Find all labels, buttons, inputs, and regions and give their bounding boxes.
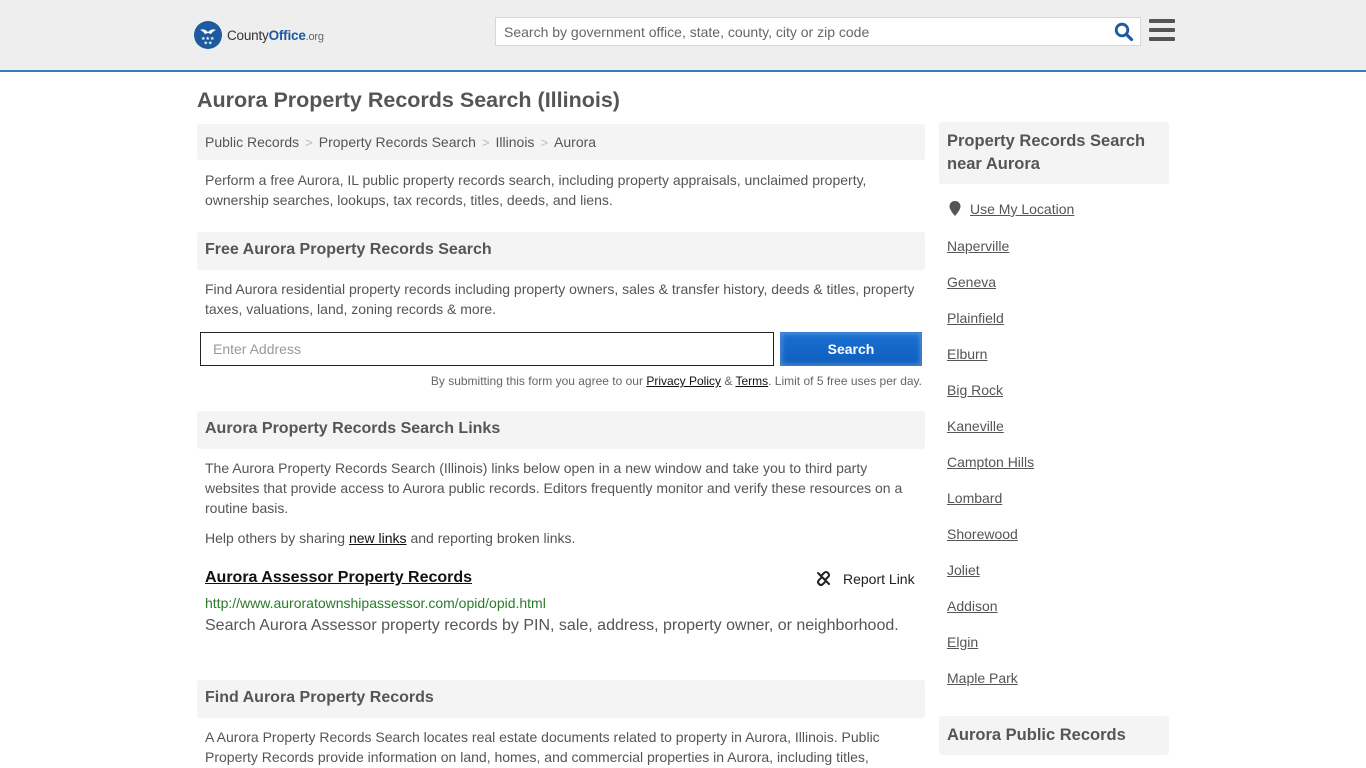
report-link-label: Report Link: [843, 570, 915, 587]
address-search-button[interactable]: Search: [780, 332, 922, 366]
logo-brand-county: County: [227, 27, 269, 43]
svg-text:★★: ★★: [204, 41, 213, 46]
city-link[interactable]: Geneva: [947, 274, 996, 290]
search-icon[interactable]: [1114, 22, 1134, 42]
hamburger-bar: [1149, 19, 1175, 23]
privacy-policy-link[interactable]: Privacy Policy: [646, 374, 721, 388]
hamburger-bar: [1149, 37, 1175, 41]
links-section-heading: Aurora Property Records Search Links: [197, 411, 925, 449]
city-link[interactable]: Addison: [947, 598, 998, 614]
links-section-description: The Aurora Property Records Search (Illi…: [205, 460, 903, 516]
site-search-box: [495, 17, 1141, 46]
broken-link-icon: [817, 571, 830, 586]
city-link[interactable]: Kaneville: [947, 418, 1004, 434]
find-section-description: A Aurora Property Records Search locates…: [205, 729, 880, 765]
breadcrumb-aurora[interactable]: Aurora: [554, 134, 596, 150]
city-link[interactable]: Big Rock: [947, 382, 1003, 398]
city-link[interactable]: Naperville: [947, 238, 1009, 254]
intro-text: Perform a free Aurora, IL public propert…: [205, 172, 867, 208]
city-link[interactable]: Plainfield: [947, 310, 1004, 326]
public-records-heading: Aurora Public Records: [939, 716, 1169, 755]
resource-link-url[interactable]: http://www.auroratownshipassessor.com/op…: [205, 595, 546, 611]
disclaimer-amp: &: [721, 374, 736, 388]
breadcrumb-property-records-search[interactable]: Property Records Search: [319, 134, 476, 150]
logo-brand-office: Office: [268, 27, 306, 43]
help-prefix: Help others by sharing: [205, 530, 349, 546]
city-link[interactable]: Lombard: [947, 490, 1002, 506]
use-my-location: Use My Location: [949, 201, 1074, 217]
form-disclaimer: By submitting this form you agree to our…: [300, 374, 922, 388]
logo-brand-org: .org: [305, 30, 324, 43]
free-search-description: Find Aurora residential property records…: [205, 281, 915, 317]
eagle-logo-icon: ★★★ ★★: [194, 21, 222, 49]
site-search-input[interactable]: [496, 18, 1106, 45]
find-section-heading: Find Aurora Property Records: [197, 680, 925, 718]
site-logo[interactable]: ★★★ ★★ CountyOffice.org: [194, 21, 324, 49]
report-link-button[interactable]: Report Link: [815, 570, 915, 587]
disclaimer-suffix: . Limit of 5 free uses per day.: [768, 374, 922, 388]
location-pin-icon: [949, 201, 961, 216]
resource-link-title[interactable]: Aurora Assessor Property Records: [205, 569, 472, 587]
city-link[interactable]: Maple Park: [947, 670, 1018, 686]
breadcrumb: Public Records > Property Records Search > I…: [197, 124, 925, 160]
help-text: Help others by sharing new links and rep…: [205, 528, 921, 548]
city-link[interactable]: Campton Hills: [947, 454, 1034, 470]
site-header: ★★★ ★★ CountyOffice.org: [0, 0, 1366, 72]
breadcrumb-illinois[interactable]: Illinois: [496, 134, 535, 150]
address-input[interactable]: [200, 332, 774, 366]
logo-text: CountyOffice.org: [227, 28, 324, 43]
terms-link[interactable]: Terms: [735, 374, 768, 388]
breadcrumb-public-records[interactable]: Public Records: [205, 134, 299, 150]
resource-link-description: Search Aurora Assessor property records …: [205, 617, 899, 634]
city-link[interactable]: Shorewood: [947, 526, 1018, 542]
new-links-link[interactable]: new links: [349, 530, 407, 546]
city-link[interactable]: Elburn: [947, 346, 987, 362]
breadcrumb-separator: >: [540, 135, 549, 150]
use-my-location-link[interactable]: Use My Location: [970, 201, 1074, 217]
breadcrumb-separator: >: [481, 135, 490, 150]
disclaimer-prefix: By submitting this form you agree to our: [430, 374, 647, 388]
free-search-heading: Free Aurora Property Records Search: [197, 232, 925, 270]
city-link[interactable]: Joliet: [947, 562, 980, 578]
breadcrumb-separator: >: [305, 135, 313, 150]
hamburger-bar: [1149, 28, 1175, 32]
help-suffix: and reporting broken links.: [406, 530, 576, 546]
nearby-heading: Property Records Search near Aurora: [939, 122, 1169, 184]
hamburger-menu-icon[interactable]: [1149, 19, 1175, 41]
city-link[interactable]: Elgin: [947, 634, 978, 650]
page-title: Aurora Property Records Search (Illinois…: [197, 88, 620, 112]
